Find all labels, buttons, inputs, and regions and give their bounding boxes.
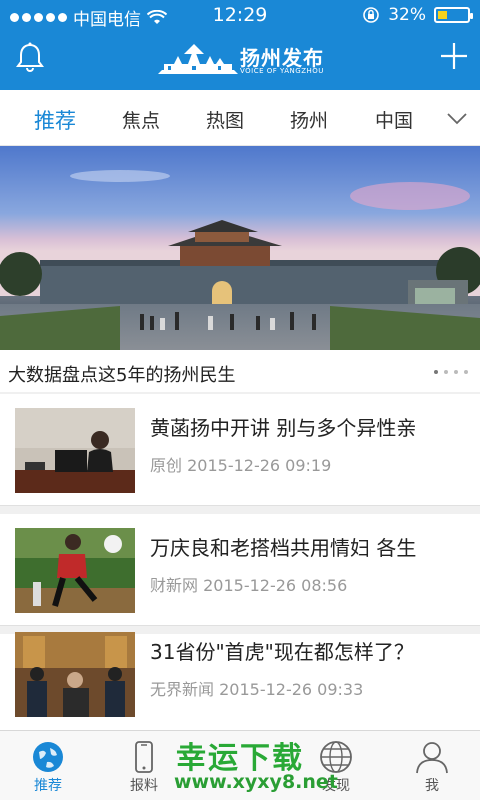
tab-recommend[interactable]: 推荐 bbox=[34, 105, 76, 135]
user-icon bbox=[416, 742, 448, 774]
news-source: 财新网 bbox=[150, 576, 199, 595]
chevron-down-icon[interactable] bbox=[446, 107, 468, 129]
tab-yangzhou[interactable]: 扬州 bbox=[290, 106, 328, 133]
news-thumbnail bbox=[15, 528, 135, 613]
tab-hot-pictures[interactable]: 热图 bbox=[206, 106, 244, 133]
nav-label: 推荐 bbox=[34, 778, 62, 794]
pavilion-logo-icon bbox=[158, 44, 238, 74]
top-bar: 中国电信 12:29 32% 扬州发布 VOICE OF YANGZHOU bbox=[0, 0, 480, 90]
app-header: 扬州发布 VOICE OF YANGZHOU bbox=[0, 30, 480, 90]
news-meta: 无界新闻 2015-12-26 09:33 bbox=[150, 676, 363, 700]
nav-me[interactable]: 我 bbox=[384, 731, 480, 800]
news-item[interactable]: 黄菡扬中开讲 别与多个异性亲 原创 2015-12-26 09:19 bbox=[0, 394, 480, 506]
battery-percent: 32% bbox=[388, 5, 426, 25]
city-gate-photo bbox=[0, 146, 480, 350]
news-title: 万庆良和老搭档共用情妇 各生 bbox=[150, 536, 417, 560]
brand-subtitle: VOICE OF YANGZHOU bbox=[240, 67, 324, 75]
pager-dot bbox=[454, 370, 458, 374]
plus-icon[interactable] bbox=[438, 40, 470, 72]
nav-recommend[interactable]: 推荐 bbox=[0, 731, 96, 800]
banner-title: 大数据盘点这5年的扬州民生 bbox=[8, 365, 236, 386]
tab-china[interactable]: 中国 bbox=[375, 106, 413, 133]
channel-tabs: 推荐 焦点 热图 扬州 中国 bbox=[0, 90, 480, 146]
phone-icon bbox=[135, 741, 153, 773]
status-bar: 中国电信 12:29 32% bbox=[0, 0, 480, 30]
news-meta: 原创 2015-12-26 09:19 bbox=[150, 452, 331, 476]
news-source: 无界新闻 bbox=[150, 680, 215, 699]
news-item[interactable]: 31省份"首虎"现在都怎样了？ 无界新闻 2015-12-26 09:33 bbox=[0, 618, 480, 730]
news-meta: 财新网 2015-12-26 08:56 bbox=[150, 572, 347, 596]
banner-image[interactable] bbox=[0, 146, 480, 350]
status-right: 32% bbox=[362, 5, 473, 25]
tab-focus[interactable]: 焦点 bbox=[122, 106, 160, 133]
pager-dot bbox=[434, 370, 438, 374]
globe-icon bbox=[33, 742, 63, 772]
banner-caption[interactable]: 大数据盘点这5年的扬州民生 bbox=[0, 352, 480, 392]
pager-dot bbox=[464, 370, 468, 374]
battery-fill bbox=[438, 11, 447, 19]
battery-icon bbox=[434, 7, 473, 23]
news-title: 31省份"首虎"现在都怎样了？ bbox=[150, 640, 414, 664]
bell-icon[interactable] bbox=[12, 40, 48, 76]
rotation-lock-icon bbox=[363, 7, 380, 23]
watermark-url: www.xyxy8.net bbox=[174, 771, 338, 793]
news-time: 2015-12-26 09:33 bbox=[219, 680, 364, 699]
news-source: 原创 bbox=[150, 456, 183, 475]
pager-dot bbox=[444, 370, 448, 374]
compass-icon bbox=[320, 741, 352, 773]
brand-logo: 扬州发布 VOICE OF YANGZHOU bbox=[156, 40, 326, 78]
news-item[interactable]: 万庆良和老搭档共用情妇 各生 财新网 2015-12-26 08:56 bbox=[0, 514, 480, 626]
news-thumbnail bbox=[15, 632, 135, 717]
news-time: 2015-12-26 08:56 bbox=[203, 576, 348, 595]
site-watermark: 幸运下载 www.xyxy8.net bbox=[170, 733, 338, 797]
divider bbox=[0, 506, 480, 514]
news-title: 黄菡扬中开讲 别与多个异性亲 bbox=[150, 416, 417, 440]
banner-pager bbox=[434, 370, 468, 374]
nav-label: 我 bbox=[425, 778, 439, 794]
news-thumbnail bbox=[15, 408, 135, 493]
news-time: 2015-12-26 09:19 bbox=[187, 456, 332, 475]
